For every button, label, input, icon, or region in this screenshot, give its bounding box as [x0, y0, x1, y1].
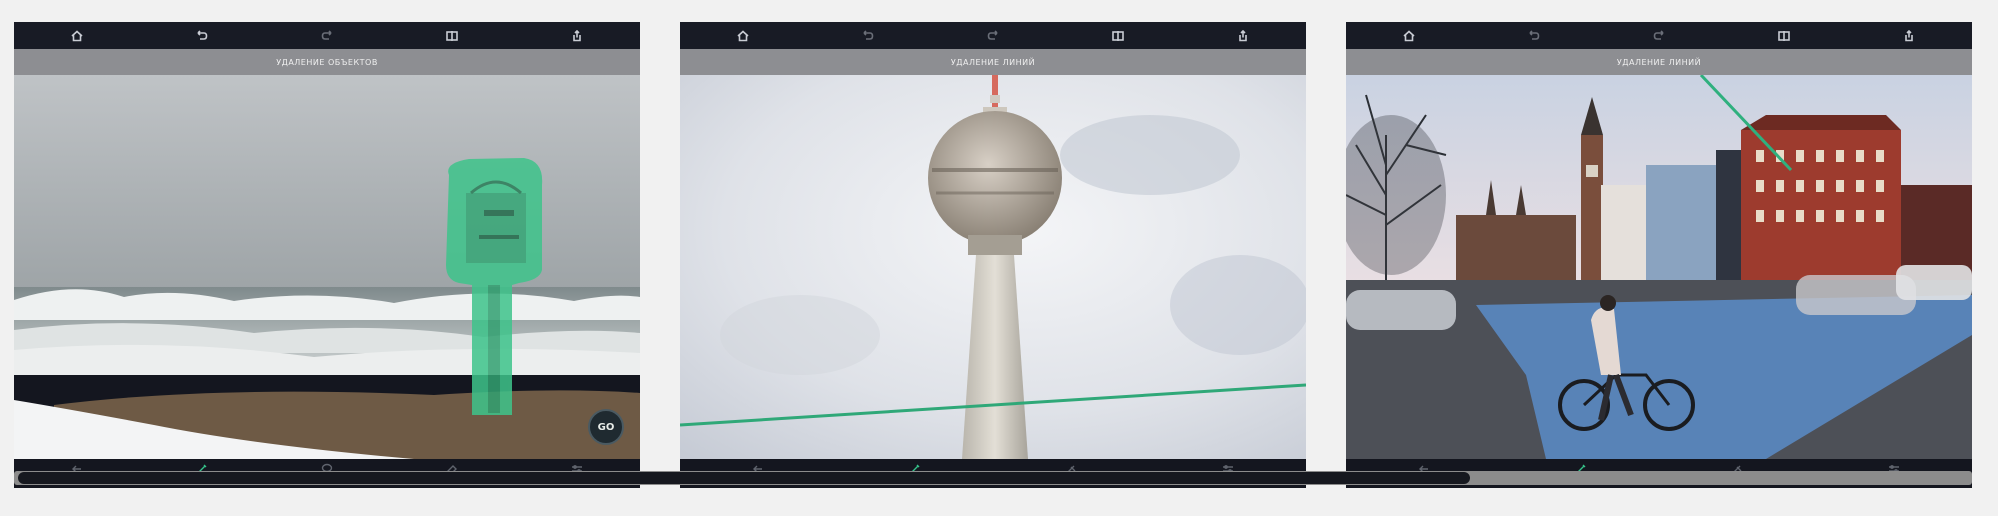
- mode-title: УДАЛЕНИЕ ОБЪЕКТОВ: [14, 49, 640, 75]
- mode-title: УДАЛЕНИЕ ЛИНИЙ: [1346, 49, 1972, 75]
- horizontal-scrollbar-thumb[interactable]: [18, 472, 1470, 484]
- top-toolbar: [14, 22, 640, 49]
- screenshot-line-removal-tower: УДАЛЕНИЕ ЛИНИЙ: [680, 22, 1306, 488]
- home-icon[interactable]: [68, 27, 86, 45]
- undo-icon[interactable]: [1525, 27, 1543, 45]
- share-icon[interactable]: [568, 27, 586, 45]
- home-icon[interactable]: [1400, 27, 1418, 45]
- beach-photo[interactable]: GO: [14, 75, 640, 459]
- undo-icon[interactable]: [859, 27, 877, 45]
- tv-tower-photo[interactable]: [680, 75, 1306, 459]
- compare-icon[interactable]: [1109, 27, 1127, 45]
- redo-icon[interactable]: [984, 27, 1002, 45]
- redo-icon[interactable]: [1650, 27, 1668, 45]
- top-toolbar: [1346, 22, 1972, 49]
- share-icon[interactable]: [1234, 27, 1252, 45]
- go-button[interactable]: GO: [588, 409, 624, 445]
- compare-icon[interactable]: [443, 27, 461, 45]
- undo-icon[interactable]: [193, 27, 211, 45]
- street-photo[interactable]: [1346, 75, 1972, 459]
- top-toolbar: [680, 22, 1306, 49]
- mode-title: УДАЛЕНИЕ ЛИНИЙ: [680, 49, 1306, 75]
- redo-icon[interactable]: [318, 27, 336, 45]
- screenshot-line-removal-street: УДАЛЕНИЕ ЛИНИЙ: [1346, 22, 1972, 488]
- compare-icon[interactable]: [1775, 27, 1793, 45]
- screenshot-object-removal: УДАЛЕНИЕ ОБЪЕКТОВ GO: [14, 22, 640, 488]
- share-icon[interactable]: [1900, 27, 1918, 45]
- home-icon[interactable]: [734, 27, 752, 45]
